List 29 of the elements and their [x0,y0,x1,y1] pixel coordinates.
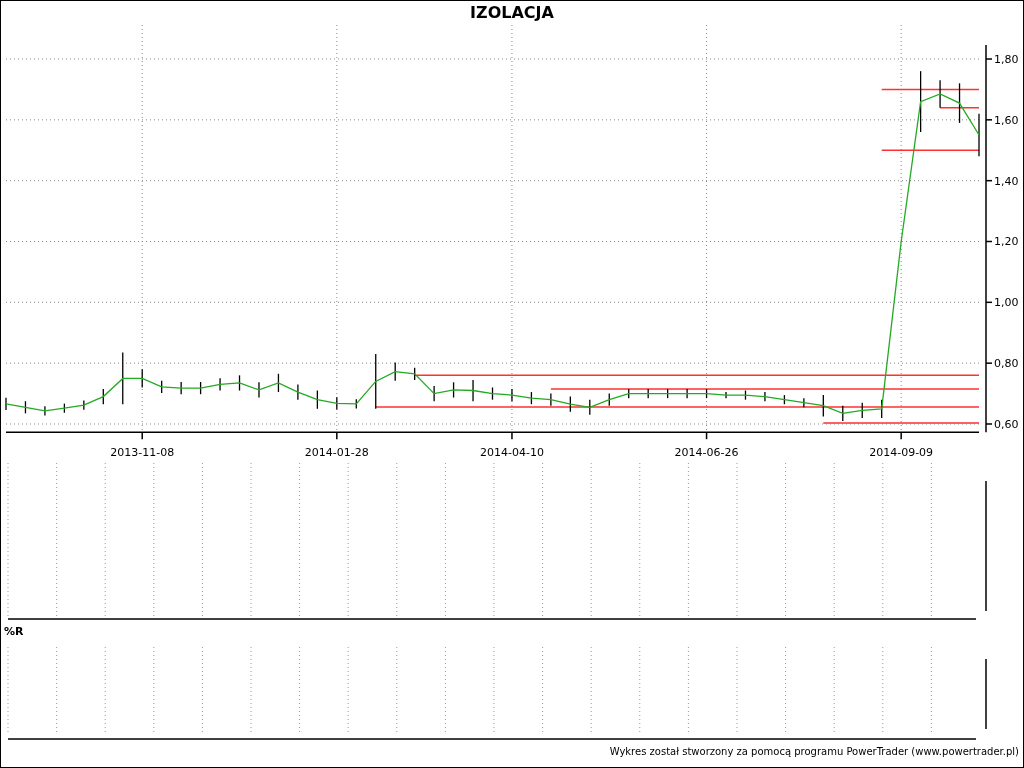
price-bar [744,389,747,401]
price-bar [919,70,922,133]
price-bar [530,391,533,405]
y-axis-label: 1,80 [994,53,1019,66]
price-bar [238,374,241,392]
y-axis-label: 0,60 [994,418,1019,431]
trend-line [939,106,980,109]
x-axis-label: 2014-06-26 [674,446,739,459]
price-bar [277,373,280,393]
indicator-title: %R [3,624,25,640]
x-axis-label: 2014-09-09 [869,446,934,459]
y-axis-label: 0,80 [994,357,1019,371]
y-axis-label: 1,00 [994,296,1019,310]
y-axis-label: 1,60 [994,113,1019,127]
chart-title: IZOLACJA [469,2,555,24]
price-bar [63,402,66,414]
price-bar [705,388,708,399]
x-axis-label: 2014-04-10 [480,446,544,459]
x-axis-label: 2014-01-28 [304,446,369,459]
price-bar [958,82,961,124]
y-axis-label: 1,20 [994,235,1019,249]
price-bar [452,381,455,399]
price-bar [199,381,202,395]
footer-credit: Wykres został stworzony za pomocą programu PowerTrader (www.powertrader.pl) [608,745,1020,757]
price-bar [783,394,786,405]
price-bar [24,400,27,414]
y-axis-label: 1,40 [994,174,1019,188]
price-bar [491,386,494,401]
x-axis-label: 2013-11-08 [110,446,175,459]
